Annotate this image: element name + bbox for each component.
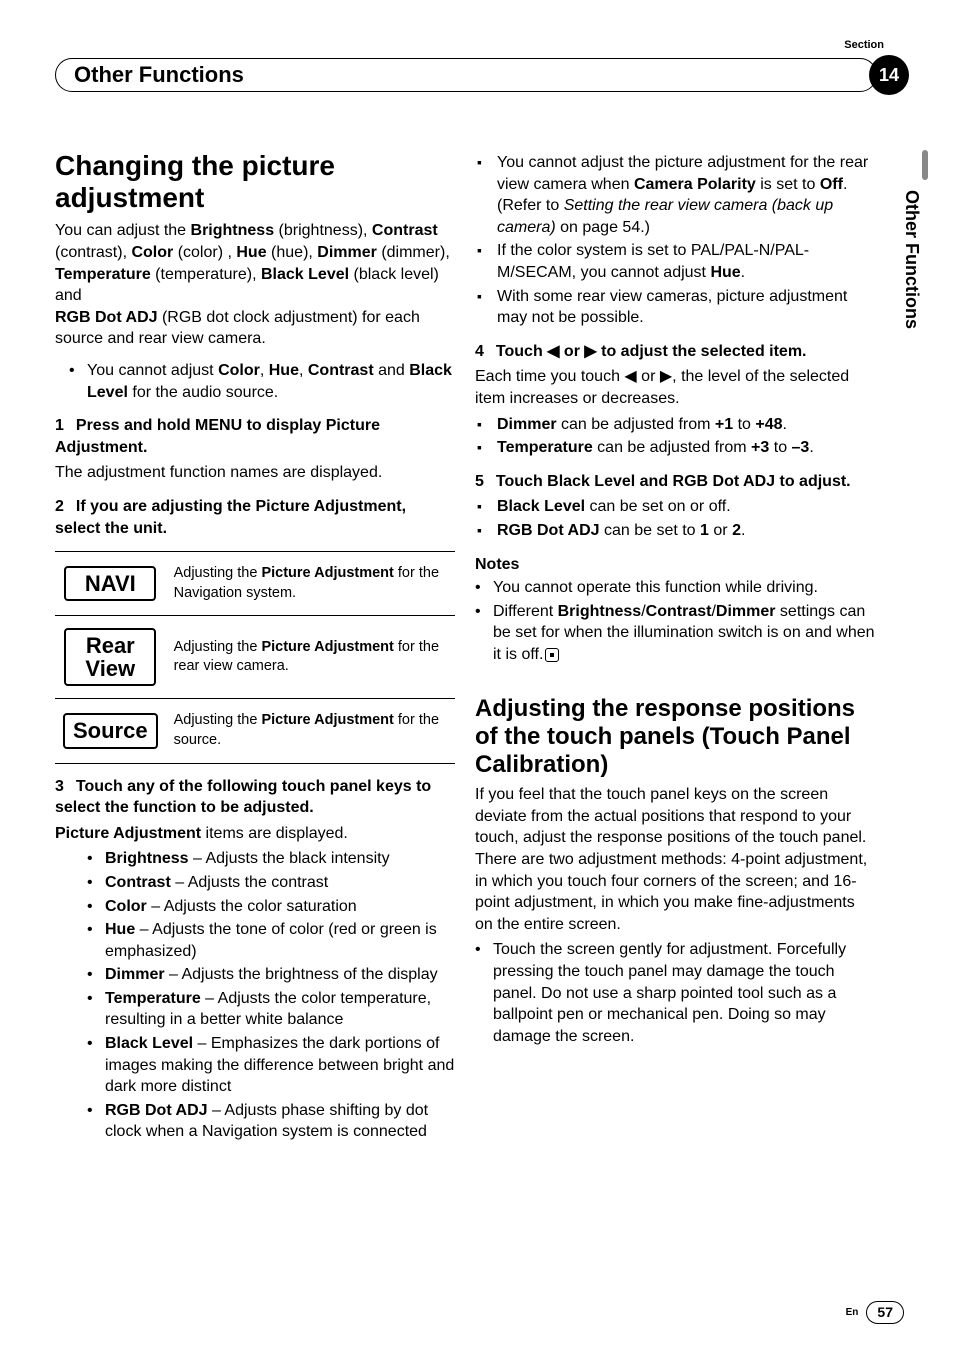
calibration-bullets: Touch the screen gently for adjustment. … xyxy=(475,939,875,1047)
section-label: Section xyxy=(844,38,884,53)
list-item: Temperature can be adjusted from +3 to –… xyxy=(477,437,875,459)
source-button: Source xyxy=(63,713,158,748)
sidebar-accent xyxy=(922,150,928,180)
left-column: Changing the picture adjustment You can … xyxy=(55,150,455,1153)
list-item: If the color system is set to PAL/PAL-N/… xyxy=(477,240,875,283)
end-of-section-icon xyxy=(545,648,559,662)
intro-bullet-list: You cannot adjust Color, Hue, Contrast a… xyxy=(55,360,455,403)
step-4-bullets: Dimmer can be adjusted from +1 to +48. T… xyxy=(475,414,875,459)
table-row: Rear View Adjusting the Picture Adjustme… xyxy=(55,616,455,699)
list-item: With some rear view cameras, picture adj… xyxy=(477,286,875,329)
step-2: 2If you are adjusting the Picture Adjust… xyxy=(55,496,455,539)
unit-select-table: NAVI Adjusting the Picture Adjustment fo… xyxy=(55,551,455,763)
footer-page-number: 57 xyxy=(866,1301,904,1324)
header-title: Other Functions xyxy=(74,60,244,90)
step-number: 1 xyxy=(55,417,64,434)
list-item: You cannot adjust Color, Hue, Contrast a… xyxy=(73,360,455,403)
list-item: Color – Adjusts the color saturation xyxy=(91,896,455,918)
notes-heading: Notes xyxy=(475,554,875,576)
sidebar-section-title: Other Functions xyxy=(900,190,924,329)
intro-paragraph: You can adjust the Brightness (brightnes… xyxy=(55,220,455,350)
step-title: Press and hold MENU to display Picture A… xyxy=(55,417,380,456)
calibration-intro: If you feel that the touch panel keys on… xyxy=(475,784,875,935)
step-title: If you are adjusting the Picture Adjustm… xyxy=(55,498,406,537)
right-arrow-icon: ▶ xyxy=(660,368,672,385)
step-4-description: Each time you touch ◀ or ▶, the level of… xyxy=(475,366,875,409)
list-item: Touch the screen gently for adjustment. … xyxy=(479,939,875,1047)
step-title: Touch ◀ or ▶ to adjust the selected item… xyxy=(496,343,807,360)
step-title: Touch Black Level and RGB Dot ADJ to adj… xyxy=(496,473,851,490)
right-column: You cannot adjust the picture adjustment… xyxy=(475,150,875,1153)
rear-view-button: Rear View xyxy=(64,628,156,686)
list-item: Dimmer can be adjusted from +1 to +48. xyxy=(477,414,875,436)
function-list: Brightness – Adjusts the black intensity… xyxy=(55,848,455,1143)
table-desc: Adjusting the Picture Adjustment for the… xyxy=(166,699,455,763)
header-title-pill: Other Functions xyxy=(55,58,877,92)
list-item: Hue – Adjusts the tone of color (red or … xyxy=(91,919,455,962)
navi-button: NAVI xyxy=(64,566,156,601)
step-3: 3Touch any of the following touch panel … xyxy=(55,776,455,819)
step-number: 3 xyxy=(55,778,64,795)
list-item: Contrast – Adjusts the contrast xyxy=(91,872,455,894)
table-desc: Adjusting the Picture Adjustment for the… xyxy=(166,616,455,699)
footer-language: En xyxy=(846,1306,859,1320)
right-arrow-icon: ▶ xyxy=(584,343,596,360)
list-item: Black Level can be set on or off. xyxy=(477,496,875,518)
table-desc: Adjusting the Picture Adjustment for the… xyxy=(166,552,455,616)
page-header: Other Functions 14 xyxy=(55,55,909,95)
step-1: 1Press and hold MENU to display Picture … xyxy=(55,415,455,458)
page-footer: En 57 xyxy=(846,1301,904,1324)
heading-changing-picture: Changing the picture adjustment xyxy=(55,150,455,214)
list-item: You cannot adjust the picture adjustment… xyxy=(477,152,875,238)
section-number-badge: 14 xyxy=(869,55,909,95)
notes-list: You cannot operate this function while d… xyxy=(475,577,875,665)
step-number: 5 xyxy=(475,473,484,490)
right-top-bullets: You cannot adjust the picture adjustment… xyxy=(475,152,875,329)
left-arrow-icon: ◀ xyxy=(624,368,636,385)
step-5-bullets: Black Level can be set on or off. RGB Do… xyxy=(475,496,875,541)
step-title: Touch any of the following touch panel k… xyxy=(55,778,431,817)
step-5: 5 Touch Black Level and RGB Dot ADJ to ad… xyxy=(475,471,875,493)
step-4: 4 Touch ◀ or ▶ to adjust the selected ite… xyxy=(475,341,875,363)
step-number: 2 xyxy=(55,498,64,515)
heading-touch-calibration: Adjusting the response positions of the … xyxy=(475,695,875,778)
step-1-description: The adjustment function names are displa… xyxy=(55,462,455,484)
list-item: You cannot operate this function while d… xyxy=(479,577,875,599)
list-item: Different Brightness/Contrast/Dimmer set… xyxy=(479,601,875,666)
list-item: Temperature – Adjusts the color tempera­… xyxy=(91,988,455,1031)
list-item: RGB Dot ADJ – Adjusts phase shifting by … xyxy=(91,1100,455,1143)
step-3-description: Picture Adjustment items are displayed. xyxy=(55,823,455,845)
list-item: Black Level – Emphasizes the dark portio… xyxy=(91,1033,455,1098)
list-item: Dimmer – Adjusts the brightness of the d… xyxy=(91,964,455,986)
table-row: NAVI Adjusting the Picture Adjustment fo… xyxy=(55,552,455,616)
step-number: 4 xyxy=(475,343,484,360)
list-item: RGB Dot ADJ can be set to 1 or 2. xyxy=(477,520,875,542)
list-item: Brightness – Adjusts the black intensity xyxy=(91,848,455,870)
left-arrow-icon: ◀ xyxy=(547,343,559,360)
table-row: Source Adjusting the Picture Adjustment … xyxy=(55,699,455,763)
